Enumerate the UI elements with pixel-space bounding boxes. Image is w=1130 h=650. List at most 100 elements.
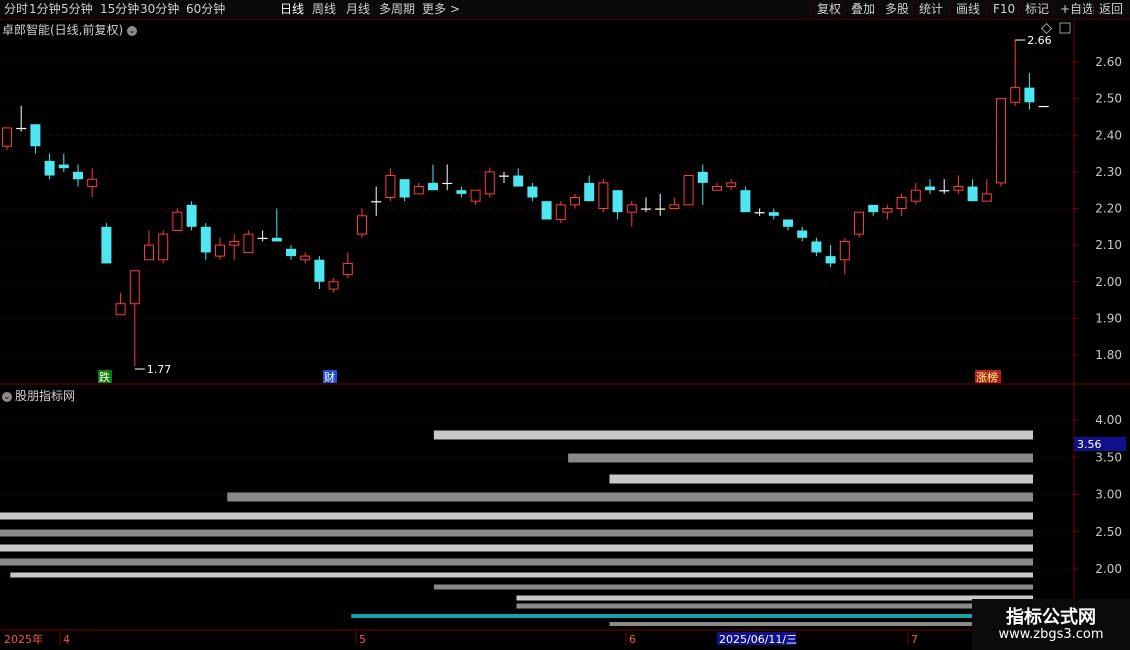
candle-body-down (612, 190, 623, 213)
candle-body-up (87, 178, 98, 188)
candle-body-up (996, 98, 1006, 184)
candle-body-flat (1038, 105, 1049, 108)
indicator-tick-label: 2.00 (1095, 562, 1122, 576)
indicator-bar (0, 512, 1033, 520)
time-axis-label: 5 (359, 633, 366, 646)
candle-body-down (868, 204, 879, 213)
candle-body-up (2, 127, 12, 147)
candle-body-up (385, 175, 396, 199)
candle-body-up (357, 215, 367, 235)
candle-body-up (555, 204, 566, 220)
candle-body-down (286, 248, 296, 257)
candle-body-up (854, 211, 864, 235)
candle-body-up (712, 186, 722, 191)
indicator-bar (609, 474, 1033, 484)
candle-body-up (882, 208, 893, 213)
candle-body-down (101, 226, 112, 264)
candle-body-up (570, 197, 580, 206)
candle-body-down (797, 230, 808, 238)
candle-body-down (783, 219, 793, 227)
candle-body-flat (499, 175, 509, 177)
indicator-bar (10, 572, 1033, 578)
candle-body-down (399, 179, 410, 198)
candle-body-down (314, 259, 325, 282)
price-tick-label: 2.60 (1095, 55, 1122, 69)
indicator-bar (516, 595, 1033, 601)
candle-body-flat (257, 237, 268, 239)
candle-body-down (513, 175, 524, 187)
price-tick-label: 2.50 (1095, 92, 1122, 106)
candle-body-down (527, 186, 538, 198)
candle-body-down (200, 226, 211, 253)
indicator-bar (0, 544, 1033, 552)
event-marker-label: 涨榜 (976, 370, 998, 384)
candle-body-up (229, 240, 240, 246)
candle-body-up (910, 189, 921, 202)
indicator-bar (609, 622, 1033, 626)
indicator-tick-label: 4.00 (1095, 413, 1122, 427)
candle-body-down (740, 190, 751, 213)
candle-body-up (129, 270, 140, 305)
cursor-date-label: 2025/06/11/三 (719, 633, 797, 646)
candle-body-down (811, 241, 822, 253)
chart-canvas[interactable]: 2.60 2.50 2.40 2.30 2.20 2.10 2.00 1.90 1.80 4.00… (0, 0, 1130, 650)
price-tick-label: 1.80 (1095, 348, 1122, 362)
price-tick-label: 2.00 (1095, 275, 1122, 289)
candle-body-up (953, 186, 964, 191)
candle-body-flat (641, 208, 651, 210)
candle-body-down (186, 204, 197, 227)
indicator-tick-label: 3.00 (1095, 488, 1122, 502)
candle-body-flat (655, 208, 666, 210)
candle-body-up (172, 211, 183, 231)
time-axis-label: 2025年 (4, 632, 43, 646)
candle-body-up (158, 233, 169, 261)
candle-body-up (683, 175, 694, 206)
candle-body-up (215, 244, 225, 257)
indicator-bar (433, 584, 1033, 590)
candle-body-up (669, 204, 680, 209)
candle-body-up (598, 182, 609, 210)
diamond-icon (1040, 22, 1053, 35)
current-value-label: 3.56 (1077, 438, 1102, 451)
high-price-label: 2.66 (1027, 34, 1052, 47)
candle-body-up (115, 303, 126, 316)
candle-body-up (413, 186, 424, 195)
candle-body-up (1010, 87, 1021, 103)
candle-body-up (243, 233, 254, 253)
candle-body-down (271, 237, 282, 242)
price-tick-label: 2.20 (1095, 202, 1122, 216)
low-price-label: 1.77 (147, 363, 172, 376)
watermark: 指标公式网 www.zbgs3.com (972, 599, 1130, 650)
candle-body-down (925, 186, 935, 191)
indicator-bar (0, 558, 1033, 566)
candle-body-down (428, 182, 438, 191)
price-tick-label: 2.30 (1095, 165, 1122, 179)
watermark-url: www.zbgs3.com (998, 627, 1104, 642)
candle-body-flat (939, 190, 950, 192)
indicator-bar (516, 603, 1033, 609)
candle-body-down (73, 171, 83, 180)
indicator-tick-label: 3.50 (1095, 450, 1122, 464)
price-tick-label: 1.90 (1095, 311, 1122, 325)
time-axis-label: 6 (629, 633, 636, 646)
candle-body-up (144, 244, 154, 261)
candle-body-up (300, 255, 311, 261)
candle-body-down (541, 201, 552, 220)
event-marker-label: 财 (324, 370, 335, 384)
indicator-bar (568, 453, 1033, 463)
candle-body-up (981, 193, 992, 202)
indicator-tick-label: 2.50 (1095, 525, 1122, 539)
candle-body-down (584, 182, 595, 202)
candle-body-down (30, 124, 41, 147)
candle-body-down (967, 186, 978, 202)
indicator-bar (227, 492, 1033, 502)
candle-body-down (44, 160, 55, 176)
candle-body-down (825, 256, 836, 264)
candle-body-down (697, 171, 708, 183)
candle-body-up (328, 281, 339, 290)
candle-body-up (839, 240, 850, 261)
candle-body-up (470, 189, 481, 202)
candle-body-up (626, 204, 637, 213)
time-axis-label: 4 (63, 633, 70, 646)
candle-body-up (484, 171, 495, 195)
